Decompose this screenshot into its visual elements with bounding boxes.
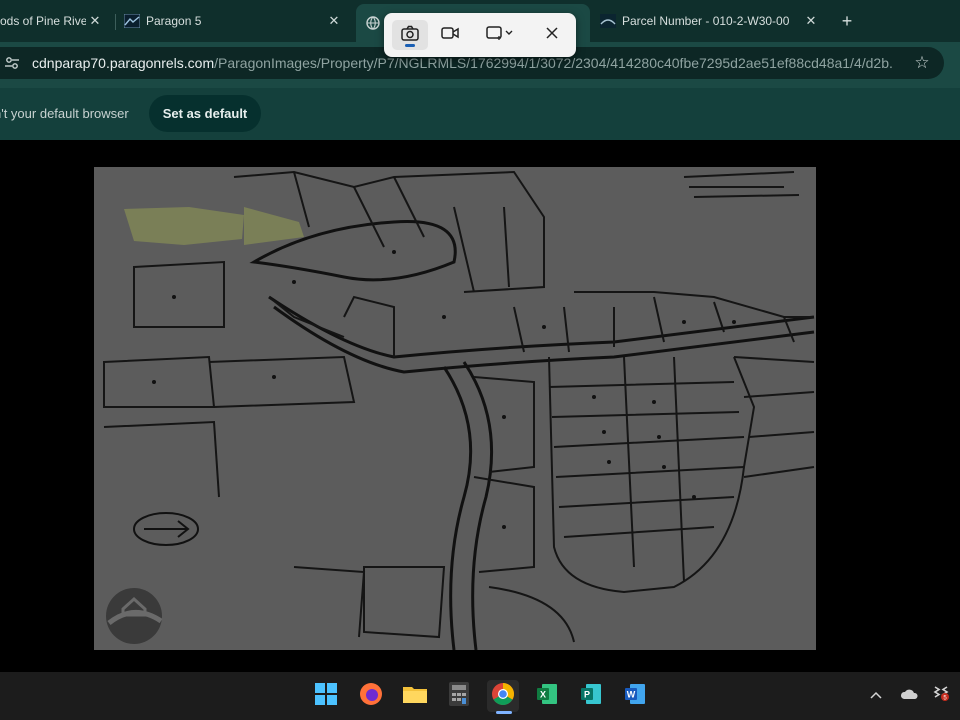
tab-parcel-number[interactable]: Parcel Number - 010-2-W30-00 ✕ xyxy=(600,6,826,36)
taskbar-calculator[interactable] xyxy=(443,680,475,712)
new-tab-button[interactable]: + xyxy=(836,10,858,32)
video-mode-button[interactable] xyxy=(432,20,468,50)
firefox-icon xyxy=(359,682,383,711)
snip-shape-dropdown[interactable] xyxy=(480,20,520,50)
chrome-icon xyxy=(491,682,515,711)
globe-icon xyxy=(366,16,380,30)
taskbar-firefox[interactable] xyxy=(355,680,387,712)
url-host: cdnparap70.paragonrels.com xyxy=(32,55,215,71)
screenshot-mode-button[interactable] xyxy=(392,20,428,50)
onedrive-cloud-icon[interactable] xyxy=(900,687,918,703)
url-text[interactable]: cdnparap70.paragonrels.com/ParagonImages… xyxy=(32,55,892,71)
calculator-icon xyxy=(449,681,469,711)
infobar-message: n't your default browser xyxy=(0,106,129,121)
excel-icon: X xyxy=(536,683,558,710)
tab-title: Paragon 5 xyxy=(146,14,202,28)
paragon-logo-icon xyxy=(123,13,141,29)
dropbox-icon[interactable]: 5 xyxy=(932,684,950,705)
svg-text:W: W xyxy=(627,689,636,699)
taskbar-word[interactable]: W xyxy=(619,680,651,712)
tab-separator xyxy=(115,14,116,30)
selected-indicator xyxy=(405,44,415,47)
windows-logo-icon xyxy=(315,682,337,710)
taskbar-file-explorer[interactable] xyxy=(399,680,431,712)
tab-pine-river[interactable]: ods of Pine Rive ✕ xyxy=(0,6,110,36)
taskbar-chrome[interactable] xyxy=(487,680,519,712)
rectangle-snip-icon xyxy=(486,25,514,46)
tab-title: Parcel Number - 010-2-W30-00 xyxy=(622,14,790,28)
parcel-site-icon xyxy=(600,14,616,28)
paragon-watermark-logo xyxy=(101,583,167,649)
svg-text:X: X xyxy=(540,689,546,699)
folder-icon xyxy=(402,683,428,710)
site-info-icon[interactable] xyxy=(4,55,20,71)
set-as-default-button[interactable]: Set as default xyxy=(149,95,261,132)
active-app-indicator xyxy=(496,711,512,714)
close-icon xyxy=(545,26,559,45)
close-icon[interactable]: ✕ xyxy=(325,12,343,30)
start-button[interactable] xyxy=(310,680,342,712)
bookmark-star-icon[interactable]: ☆ xyxy=(912,53,932,73)
taskbar-publisher[interactable]: P xyxy=(575,680,607,712)
url-path: /ParagonImages/Property/P7/NGLRMLS/17629… xyxy=(214,55,892,71)
plat-map-image xyxy=(94,167,816,650)
tab-paragon-5[interactable]: Paragon 5 ✕ xyxy=(123,6,349,36)
camera-icon xyxy=(401,25,419,46)
video-camera-icon xyxy=(441,26,459,45)
word-icon: W xyxy=(624,683,646,710)
close-snip-button[interactable] xyxy=(534,20,570,50)
taskbar-excel[interactable]: X xyxy=(531,680,563,712)
publisher-icon: P xyxy=(580,683,602,710)
default-browser-infobar: n't your default browser xyxy=(0,88,960,140)
close-icon[interactable]: ✕ xyxy=(802,12,820,30)
snipping-toolbar xyxy=(384,13,576,57)
close-icon[interactable]: ✕ xyxy=(86,12,104,30)
windows-taskbar: X P W 5 xyxy=(0,672,960,720)
svg-text:P: P xyxy=(584,689,590,699)
tab-title: ods of Pine Rive xyxy=(0,14,86,28)
show-hidden-icons-chevron-icon[interactable] xyxy=(870,686,882,702)
